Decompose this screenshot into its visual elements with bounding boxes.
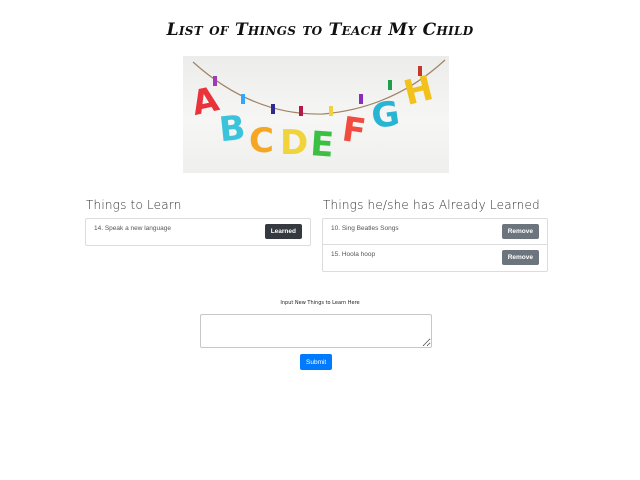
letter-f: F: [340, 109, 369, 152]
remove-button[interactable]: Remove: [501, 224, 539, 239]
letter-b: B: [217, 108, 247, 150]
learned-button[interactable]: Learned: [264, 224, 302, 239]
letter-g: G: [369, 94, 402, 137]
item-text: 14. Speak a new language: [94, 225, 171, 232]
submit-button[interactable]: Submit: [300, 354, 332, 370]
page-title: List of Things to Teach My Child: [166, 20, 474, 40]
list-item: 10. Sing Beatles Songs Remove: [323, 219, 547, 245]
things-to-learn-list: 14. Speak a new language Learned: [85, 218, 311, 246]
item-text: 15. Hoola hoop: [331, 251, 376, 258]
letter-d: D: [280, 123, 308, 163]
list-item: 15. Hoola hoop Remove: [323, 245, 547, 271]
new-thing-input[interactable]: [200, 314, 432, 348]
letter-e: E: [309, 124, 335, 166]
letter-c: C: [249, 121, 274, 161]
things-to-learn-heading: Things to Learn: [86, 198, 182, 212]
list-item: 14. Speak a new language Learned: [86, 219, 310, 245]
alphabet-banner-image: A B C D E F G H: [183, 56, 449, 173]
alphabet-garland-illustration: A B C D E F G H: [188, 59, 446, 166]
already-learned-list: 10. Sing Beatles Songs Remove 15. Hoola …: [322, 218, 548, 272]
item-text: 10. Sing Beatles Songs: [331, 225, 399, 232]
already-learned-heading: Things he/she has Already Learned: [323, 198, 540, 212]
new-thing-label: Input New Things to Learn Here: [280, 300, 360, 306]
remove-button[interactable]: Remove: [501, 250, 539, 265]
